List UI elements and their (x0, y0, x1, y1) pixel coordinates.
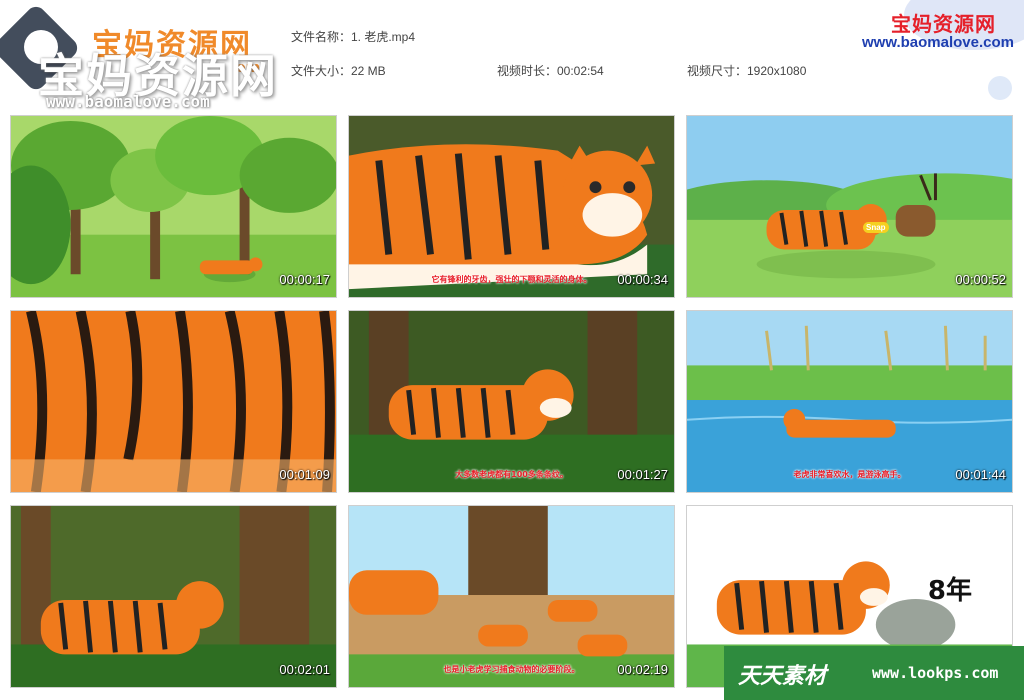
thumbnail-timestamp: 00:00:17 (279, 272, 330, 287)
tiger-stripes-image (11, 311, 336, 492)
thumbnail-timestamp: 00:00:52 (955, 272, 1006, 287)
watermark-banner: 天天素材 www.lookps.com (724, 646, 1024, 700)
thumbnail-3[interactable]: Snap 00:00:52 (686, 115, 1013, 298)
thumbnail-timestamp: 00:02:19 (617, 662, 668, 677)
thumbnail-4[interactable]: 00:01:09 (10, 310, 337, 493)
thumbnail-timestamp: 00:01:09 (279, 467, 330, 482)
tiger-forest-walk-image (11, 506, 336, 687)
tiger-cubs-image (349, 506, 674, 687)
logo-left-url: www.baomalove.com (46, 92, 210, 111)
logo-left: 宝妈资源网 om 宝妈资源网 www.baomalove.com (0, 0, 290, 111)
tiger-walking-forest-image (349, 311, 674, 492)
video-dimensions: 视频尺寸：1920x1080 (687, 64, 807, 78)
logo-right: 宝妈资源网 www.baomalove.com (834, 0, 1024, 110)
header: 宝妈资源网 om 宝妈资源网 www.baomalove.com 文件名称：1.… (0, 0, 1024, 111)
thumbnail-8[interactable]: 也是小老虎学习捕食动物的必要阶段。 00:02:19 (348, 505, 675, 688)
logo-right-url: www.baomalove.com (862, 34, 1014, 51)
logo-right-title: 宝妈资源网 (891, 12, 996, 36)
video-duration: 视频时长：00:02:54 (497, 64, 604, 78)
watermark-url: www.lookps.com (872, 664, 999, 682)
forest-scene-image (11, 116, 336, 297)
thumbnail-1[interactable]: 00:00:17 (10, 115, 337, 298)
file-size: 文件大小：22 MB (291, 64, 386, 78)
age-overlay-text: 8年 (927, 576, 972, 606)
snap-badge: Snap (863, 222, 889, 233)
thumbnail-timestamp: 00:01:27 (617, 467, 668, 482)
thumbnail-timestamp: 00:02:01 (279, 662, 330, 677)
tiger-closeup-image (349, 116, 674, 297)
thumbnail-5[interactable]: 大多数老虎都有100多条条纹。 00:01:27 (348, 310, 675, 493)
thumbnail-timestamp: 00:01:44 (955, 467, 1006, 482)
thumbnail-6[interactable]: 老虎非常喜欢水，是游泳高手。 00:01:44 (686, 310, 1013, 493)
thumbnail-timestamp: 00:00:34 (617, 272, 668, 287)
tiger-hunting-image (687, 116, 1012, 297)
file-name: 文件名称：1. 老虎.mp4 (291, 30, 416, 44)
tiger-swimming-image (687, 311, 1012, 492)
watermark-title: 天天素材 (738, 663, 827, 689)
thumbnail-7[interactable]: 00:02:01 (10, 505, 337, 688)
decorative-dot (988, 76, 1012, 100)
thumbnail-2[interactable]: 它有锋利的牙齿，强壮的下颚和灵活的身体。 00:00:34 (348, 115, 675, 298)
